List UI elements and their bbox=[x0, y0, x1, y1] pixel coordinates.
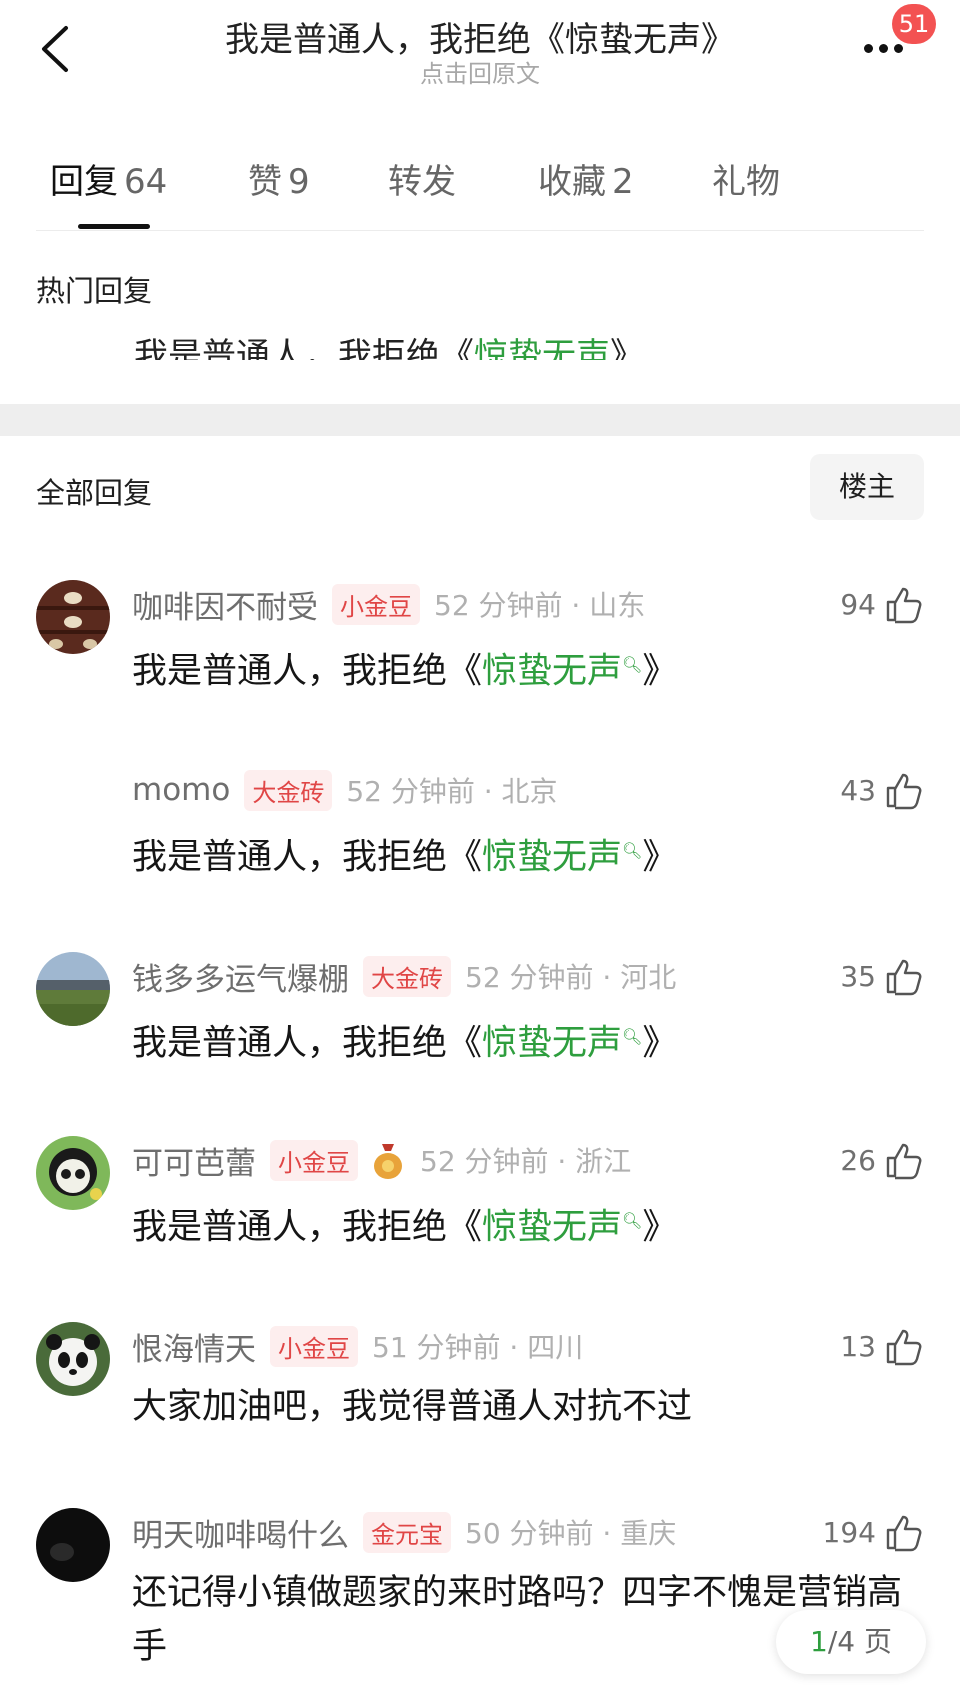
avatar[interactable] bbox=[36, 1508, 110, 1582]
tab-label: 收藏 bbox=[538, 162, 606, 202]
username[interactable]: momo bbox=[132, 772, 230, 808]
chevron-left-icon bbox=[42, 26, 68, 72]
thumb-up-icon bbox=[886, 1143, 922, 1180]
topic-link[interactable]: 惊蛰无声 bbox=[482, 838, 622, 878]
all-replies-title: 全部回复 bbox=[36, 476, 153, 510]
level-badge: 大金砖 bbox=[363, 955, 451, 997]
thumb-up-icon bbox=[886, 959, 922, 996]
comment-text-end: 》 bbox=[642, 651, 678, 692]
like-button[interactable]: 26 bbox=[840, 1136, 924, 1184]
level-badge: 大金砖 bbox=[244, 769, 333, 811]
topic-link[interactable]: 惊蛰无声 bbox=[474, 336, 610, 360]
tab-label: 赞 bbox=[248, 162, 282, 202]
comment-text-end: 》 bbox=[642, 1023, 678, 1064]
avatar[interactable] bbox=[36, 1322, 110, 1396]
tab-replies[interactable]: 回复 64 bbox=[50, 154, 167, 203]
tab-count: 64 bbox=[124, 162, 168, 202]
comment-text-end: 》 bbox=[642, 837, 678, 878]
username[interactable]: 可可芭蕾 bbox=[132, 1138, 256, 1183]
tab-gifts[interactable]: 礼物 bbox=[712, 154, 780, 203]
topic-link[interactable]: 惊蛰无声 bbox=[482, 1208, 622, 1248]
timestamp-location: 52 分钟前 · 浙江 bbox=[420, 1145, 632, 1178]
page-indicator[interactable]: 1/4 页 bbox=[776, 1610, 926, 1674]
topic-link[interactable]: 惊蛰无声 bbox=[482, 652, 622, 692]
avatar[interactable] bbox=[36, 952, 110, 1026]
like-button[interactable]: 35 bbox=[840, 952, 924, 1000]
comment-text: 大家加油吧，我觉得普通人对抗不过 bbox=[132, 1387, 693, 1427]
tab-label: 回复 bbox=[50, 162, 118, 202]
comment-text-part: 我是普通人，我拒绝《 bbox=[132, 651, 483, 692]
owner-only-button[interactable]: 楼主 bbox=[810, 454, 924, 520]
tab-favorites[interactable]: 收藏 2 bbox=[538, 154, 634, 203]
tabs-divider bbox=[36, 230, 924, 231]
section-separator bbox=[0, 404, 960, 436]
current-page: 1 bbox=[810, 1625, 828, 1658]
like-count: 194 bbox=[822, 1515, 876, 1549]
level-badge: 金元宝 bbox=[363, 1511, 451, 1553]
topic-link[interactable]: 惊蛰无声 bbox=[482, 1024, 622, 1064]
tab-label: 转发 bbox=[388, 162, 456, 202]
timestamp-location: 50 分钟前 · 重庆 bbox=[465, 1517, 677, 1550]
avatar[interactable] bbox=[36, 766, 110, 840]
tab-likes[interactable]: 赞9 bbox=[248, 154, 310, 203]
top-bar: 我是普通人，我拒绝《惊蛰无声》 点击回原文 51 bbox=[0, 0, 960, 110]
hot-reply-preview[interactable]: 我是普通人，我拒绝《惊蛰无声》 bbox=[134, 330, 644, 360]
avatar[interactable] bbox=[36, 1136, 110, 1210]
search-icon: 🔍︎ bbox=[622, 1211, 643, 1230]
comment-text: 我是普通人，我拒绝《惊蛰无声🔍︎》 bbox=[132, 1010, 922, 1071]
active-tab-indicator bbox=[78, 224, 150, 229]
tab-count: 2 bbox=[612, 162, 634, 202]
username[interactable]: 咖啡因不耐受 bbox=[132, 582, 318, 627]
money-bag-icon bbox=[374, 1144, 402, 1179]
back-button[interactable] bbox=[36, 24, 76, 74]
total-pages: /4 页 bbox=[827, 1625, 892, 1658]
comment-text-part: 我是普通人，我拒绝《 bbox=[132, 1023, 483, 1064]
search-icon: 🔍︎ bbox=[622, 1027, 643, 1046]
avatar[interactable] bbox=[36, 580, 110, 654]
comment-text: 我是普通人，我拒绝《惊蛰无声🔍︎》 bbox=[132, 824, 922, 885]
username[interactable]: 明天咖啡喝什么 bbox=[132, 1510, 349, 1555]
search-icon: 🔍︎ bbox=[622, 655, 643, 674]
timestamp-location: 52 分钟前 · 北京 bbox=[346, 775, 558, 808]
hot-reply-text: 我是普通人，我拒绝《 bbox=[134, 336, 474, 360]
notification-badge: 51 bbox=[892, 4, 936, 44]
like-count: 35 bbox=[840, 959, 876, 993]
thumb-up-icon bbox=[886, 1329, 922, 1366]
level-badge: 小金豆 bbox=[270, 1139, 358, 1181]
more-dots-icon bbox=[864, 44, 903, 53]
tab-bar: 回复 64 赞9 转发 收藏 2 礼物 bbox=[0, 140, 960, 230]
username[interactable]: 钱多多运气爆棚 bbox=[132, 954, 349, 999]
tab-reposts[interactable]: 转发 bbox=[388, 154, 456, 203]
comment-text: 我是普通人，我拒绝《惊蛰无声🔍︎》 bbox=[132, 638, 922, 699]
comment-text-part: 我是普通人，我拒绝《 bbox=[132, 1207, 483, 1248]
level-badge: 小金豆 bbox=[332, 583, 420, 625]
comment-text-end: 》 bbox=[642, 1207, 678, 1248]
timestamp-location: 52 分钟前 · 山东 bbox=[434, 589, 646, 622]
tab-label: 礼物 bbox=[712, 162, 780, 202]
like-count: 13 bbox=[840, 1329, 876, 1363]
timestamp-location: 52 分钟前 · 河北 bbox=[465, 961, 677, 994]
tab-count: 9 bbox=[288, 162, 310, 202]
comment-text-part: 我是普通人，我拒绝《 bbox=[132, 837, 483, 878]
thumb-up-icon bbox=[886, 773, 922, 810]
username[interactable]: 恨海情天 bbox=[132, 1324, 256, 1369]
back-to-original-link[interactable]: 点击回原文 bbox=[140, 54, 820, 89]
like-count: 94 bbox=[840, 587, 876, 621]
hot-reply-text-end: 》 bbox=[610, 336, 644, 360]
thumb-up-icon bbox=[886, 1515, 922, 1552]
thumb-up-icon bbox=[886, 587, 922, 624]
level-badge: 小金豆 bbox=[270, 1325, 358, 1367]
like-button[interactable]: 13 bbox=[840, 1322, 924, 1370]
search-icon: 🔍︎ bbox=[622, 841, 643, 860]
like-button[interactable]: 94 bbox=[840, 580, 924, 628]
like-count: 43 bbox=[840, 773, 876, 807]
comment-text: 我是普通人，我拒绝《惊蛰无声🔍︎》 bbox=[132, 1194, 922, 1255]
hot-replies-title: 热门回复 bbox=[36, 274, 153, 308]
timestamp-location: 51 分钟前 · 四川 bbox=[372, 1331, 584, 1364]
like-button[interactable]: 43 bbox=[840, 766, 924, 814]
like-button[interactable]: 194 bbox=[823, 1508, 924, 1556]
like-count: 26 bbox=[840, 1143, 876, 1177]
